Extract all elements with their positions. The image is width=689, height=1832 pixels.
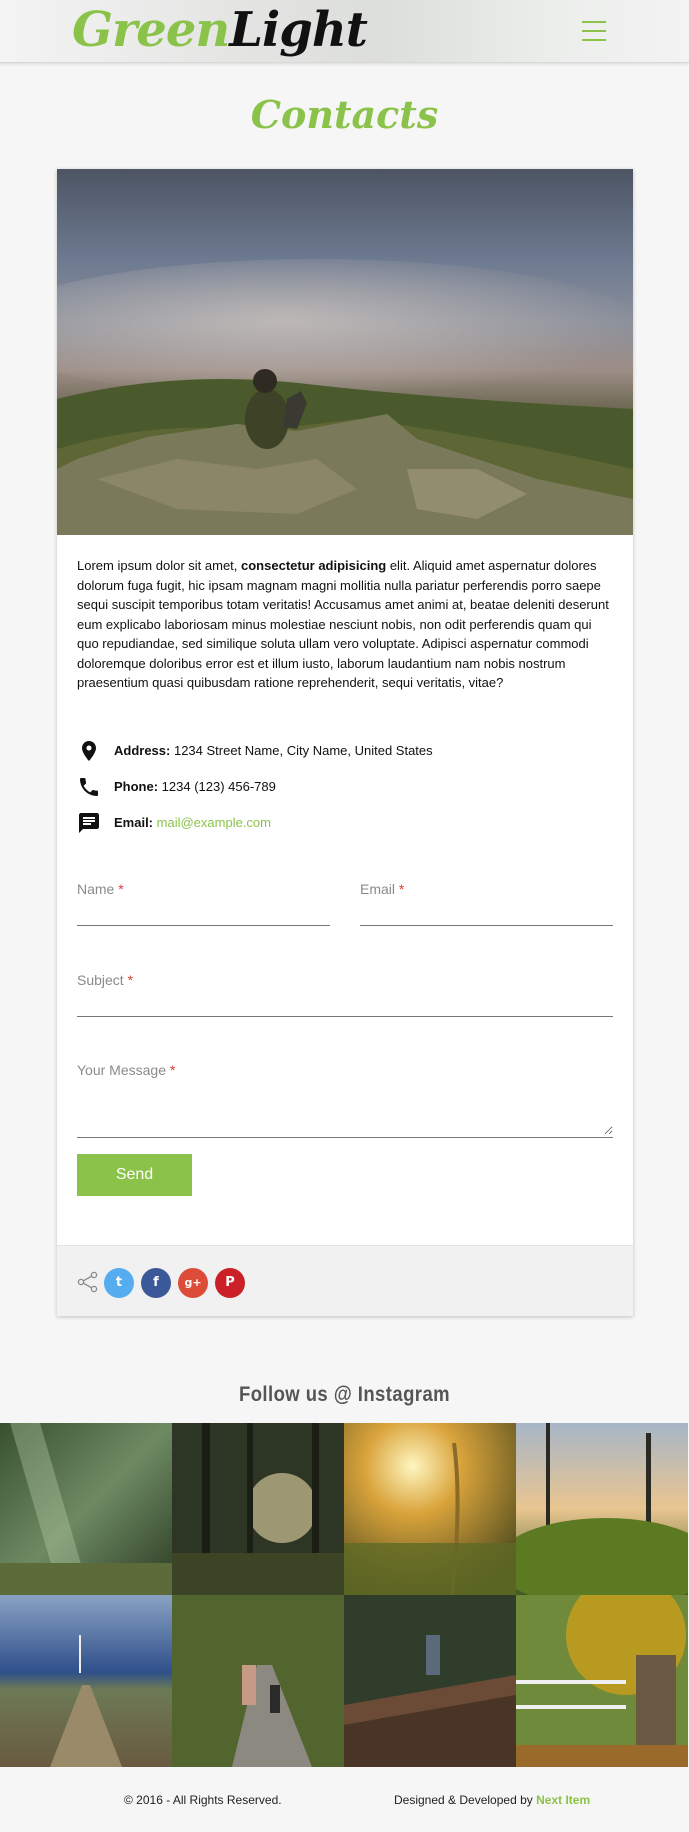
instagram-photo-wind-turbines[interactable] (0, 1595, 172, 1767)
logo-dark-text: Light (229, 2, 368, 58)
email-input[interactable] (360, 907, 613, 923)
page-title: Contacts (250, 92, 439, 137)
instagram-photo-wheat-sunset[interactable] (344, 1423, 516, 1595)
intro-paragraph: Lorem ipsum dolor sit amet, consectetur … (77, 556, 613, 693)
required-mark: * (127, 972, 134, 988)
site-logo[interactable]: GreenLight (72, 0, 368, 60)
email-field-label: Email (360, 881, 396, 897)
phone-icon (77, 775, 101, 799)
hero-image (57, 169, 633, 535)
intro-text-bold: consectetur adipisicing (241, 558, 387, 573)
address-value: 1234 Street Name, City Name, United Stat… (170, 743, 433, 758)
instagram-photo-bridge-hiker[interactable] (344, 1595, 516, 1767)
instagram-title: Follow us @ Instagram (238, 1383, 451, 1406)
instagram-photo-mother-child-path[interactable] (172, 1595, 344, 1767)
contact-card: Lorem ipsum dolor sit amet, consectetur … (57, 169, 633, 1316)
hamburger-icon[interactable] (582, 21, 606, 41)
contact-phone: Phone: 1234 (123) 456-789 (77, 775, 613, 799)
site-header: GreenLight (0, 0, 689, 63)
logo-green-text: Green (72, 2, 230, 58)
instagram-grid (0, 1423, 689, 1767)
contact-address: Address: 1234 Street Name, City Name, Un… (77, 739, 613, 763)
email-label: Email: (114, 815, 154, 830)
subject-label: Subject (77, 972, 124, 988)
credit-link[interactable]: Next Item (536, 1793, 590, 1807)
share-icon[interactable] (77, 1271, 99, 1293)
instagram-photo-sunlit-trees[interactable] (172, 1423, 344, 1595)
message-textarea[interactable] (77, 1095, 613, 1135)
address-label: Address: (114, 743, 171, 758)
required-mark: * (169, 1062, 176, 1078)
subject-input[interactable] (77, 998, 613, 1014)
facebook-icon[interactable]: f (141, 1268, 171, 1298)
googleplus-icon[interactable]: g+ (178, 1268, 208, 1298)
site-footer: © 2016 - All Rights Reserved. Designed &… (0, 1767, 689, 1832)
pinterest-icon[interactable]: P (215, 1268, 245, 1298)
name-field[interactable]: Name * (77, 881, 330, 926)
location-pin-icon (77, 739, 101, 763)
copyright-text: © 2016 - All Rights Reserved. (124, 1793, 282, 1807)
required-mark: * (398, 881, 405, 897)
instagram-photo-autumn-tree[interactable] (516, 1595, 688, 1767)
message-icon (77, 811, 101, 835)
send-button[interactable]: Send (77, 1154, 192, 1196)
message-field[interactable]: Your Message * (77, 1062, 613, 1138)
required-mark: * (118, 881, 124, 897)
email-link[interactable]: mail@example.com (157, 815, 271, 830)
phone-value: 1234 (123) 456-789 (158, 779, 276, 794)
phone-label: Phone: (114, 779, 159, 794)
email-field[interactable]: Email * (360, 881, 613, 926)
instagram-photo-bushes[interactable] (516, 1423, 688, 1595)
message-label: Your Message (77, 1062, 166, 1078)
twitter-icon[interactable]: t (104, 1268, 134, 1298)
credit-text: Designed & Developed by Next Item (394, 1793, 590, 1807)
contact-email: Email: mail@example.com (77, 811, 613, 835)
name-input[interactable] (77, 907, 330, 923)
name-label: Name (77, 881, 115, 897)
intro-text-start: Lorem ipsum dolor sit amet, (77, 558, 242, 573)
intro-text-end: elit. Aliquid amet aspernatur dolores do… (77, 558, 609, 690)
subject-field[interactable]: Subject * (77, 972, 613, 1017)
instagram-photo-forest-light[interactable] (0, 1423, 172, 1595)
credit-prefix: Designed & Developed by (394, 1793, 537, 1807)
share-bar: t f g+ P (57, 1245, 633, 1316)
